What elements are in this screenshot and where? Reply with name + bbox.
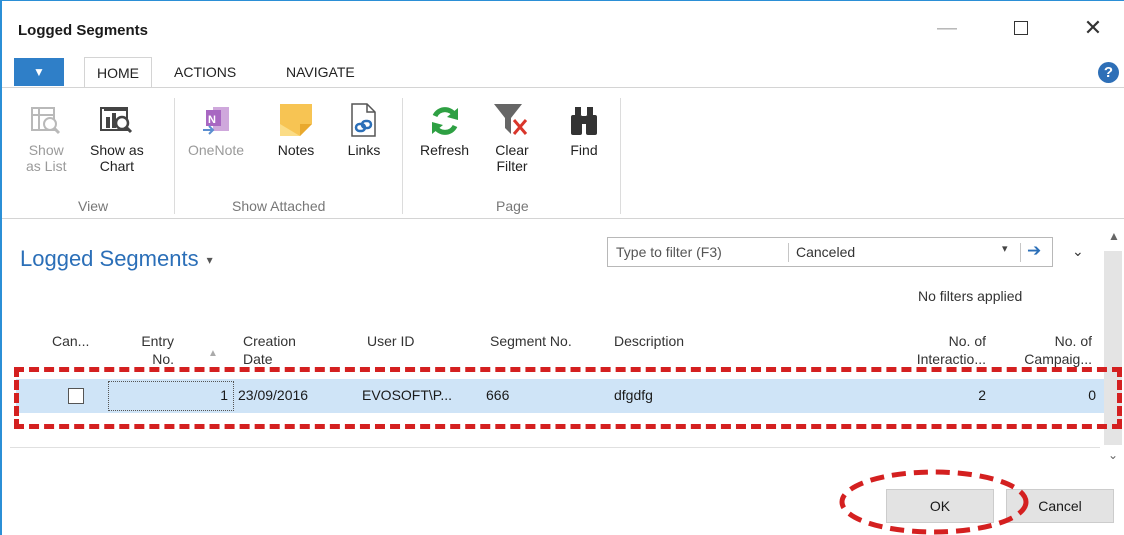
- clear-filter-icon: [492, 98, 532, 138]
- show-as-chart-label-line2: Chart: [99, 158, 134, 174]
- close-button[interactable]: ✕: [1070, 13, 1116, 43]
- clear-filter-label-line2: Filter: [496, 158, 528, 174]
- column-header-entry-no[interactable]: Entry No.: [140, 332, 174, 368]
- grid-bottom-divider: [10, 447, 1100, 448]
- group-divider: [174, 98, 175, 214]
- dialog-window: Logged Segments — ✕ ▼ HOME ACTIONS NAVIG…: [0, 0, 1124, 535]
- show-as-chart-label-line1: Show as: [90, 142, 144, 158]
- scroll-up-icon[interactable]: ▲: [1108, 229, 1120, 243]
- minimize-icon: —: [937, 16, 957, 39]
- refresh-label: Refresh: [420, 142, 470, 158]
- column-header-creation-date[interactable]: Creation Date: [243, 332, 296, 368]
- chevron-down-icon: ▾: [206, 253, 213, 268]
- minimize-button[interactable]: —: [924, 13, 970, 43]
- dropdown-arrow-icon[interactable]: ▾: [1002, 242, 1008, 255]
- vertical-scrollbar[interactable]: ▲ ⌄: [1104, 227, 1122, 467]
- tab-actions[interactable]: ACTIONS: [162, 57, 248, 87]
- group-label-page: Page: [496, 198, 529, 214]
- onenote-label: OneNote: [188, 142, 245, 158]
- show-as-list-label-line1: Show: [28, 142, 64, 158]
- find-label: Find: [570, 142, 598, 158]
- column-header-segment-no[interactable]: Segment No.: [490, 332, 572, 350]
- column-header-canceled[interactable]: Can...: [52, 332, 89, 350]
- maximize-button[interactable]: [998, 13, 1044, 43]
- links-button[interactable]: Links: [344, 98, 384, 158]
- header-line: No.: [152, 351, 174, 367]
- group-label-view: View: [78, 198, 109, 214]
- header-line: No. of: [1054, 333, 1092, 349]
- find-button[interactable]: Find: [564, 98, 604, 158]
- group-divider: [620, 98, 621, 214]
- group-label-show-attached: Show Attached: [232, 198, 326, 214]
- page-title[interactable]: Logged Segments ▾: [20, 246, 213, 272]
- clear-filter-button[interactable]: Clear Filter: [492, 98, 532, 174]
- apply-filter-arrow-icon[interactable]: ➔: [1027, 241, 1041, 261]
- onenote-button[interactable]: N OneNote: [188, 98, 244, 158]
- column-header-description[interactable]: Description: [614, 332, 684, 350]
- refresh-icon: [425, 98, 465, 138]
- annotation-rectangle: [14, 367, 1122, 429]
- group-divider: [402, 98, 403, 214]
- header-line: Entry: [141, 333, 174, 349]
- notes-label: Notes: [277, 142, 315, 158]
- chart-icon: [97, 98, 137, 138]
- filter-status: No filters applied: [918, 288, 1023, 304]
- clear-filter-label-line1: Clear: [495, 142, 529, 158]
- filter-divider: [788, 243, 789, 262]
- collapse-chevron-icon[interactable]: ⌄: [1072, 243, 1084, 260]
- notes-button[interactable]: Notes: [276, 98, 316, 158]
- window-title: Logged Segments: [18, 22, 149, 39]
- onenote-icon: N: [196, 98, 236, 138]
- notes-icon: [276, 98, 316, 138]
- links-label: Links: [347, 142, 381, 158]
- sort-ascending-icon: ▲: [208, 348, 218, 359]
- header-line: Date: [243, 351, 273, 367]
- ribbon: Show as List Show as Chart View N OneNot…: [2, 87, 1124, 219]
- title-bar: Logged Segments — ✕: [2, 1, 1124, 51]
- column-header-user-id[interactable]: User ID: [367, 332, 414, 350]
- header-line: Campaig...: [1024, 351, 1092, 367]
- show-as-list-button[interactable]: Show as List: [26, 98, 66, 174]
- chevron-down-icon: ▼: [33, 65, 45, 79]
- tab-navigate[interactable]: NAVIGATE: [274, 57, 367, 87]
- file-menu-button[interactable]: ▼: [14, 58, 64, 86]
- scroll-down-icon[interactable]: ⌄: [1108, 448, 1118, 462]
- annotation-ellipse: [839, 469, 1029, 535]
- filter-divider: [1020, 243, 1021, 262]
- links-icon: [344, 98, 384, 138]
- page-title-text: Logged Segments: [20, 246, 199, 271]
- ribbon-tabs: ▼ HOME ACTIONS NAVIGATE ?: [2, 57, 1124, 88]
- column-header-no-of-campaigns[interactable]: No. of Campaig...: [1012, 332, 1092, 368]
- close-icon: ✕: [1083, 15, 1103, 40]
- list-grid-icon: [26, 98, 66, 138]
- help-icon[interactable]: ?: [1098, 62, 1119, 83]
- header-line: Interactio...: [916, 351, 986, 367]
- show-as-list-label-line2: as List: [26, 158, 67, 174]
- filter-input[interactable]: Type to filter (F3): [616, 244, 722, 260]
- filter-box[interactable]: Type to filter (F3) Canceled ▾ ➔: [607, 237, 1053, 267]
- header-line: No. of: [948, 333, 986, 349]
- header-line: Creation: [243, 333, 296, 349]
- find-binoculars-icon: [564, 98, 604, 138]
- maximize-icon: [1014, 21, 1028, 35]
- svg-text:N: N: [208, 114, 216, 126]
- filter-field-select[interactable]: Canceled: [796, 244, 855, 260]
- tab-home[interactable]: HOME: [84, 57, 152, 88]
- column-header-no-of-interactions[interactable]: No. of Interactio...: [888, 332, 986, 368]
- show-as-chart-button[interactable]: Show as Chart: [90, 98, 144, 174]
- refresh-button[interactable]: Refresh: [420, 98, 469, 158]
